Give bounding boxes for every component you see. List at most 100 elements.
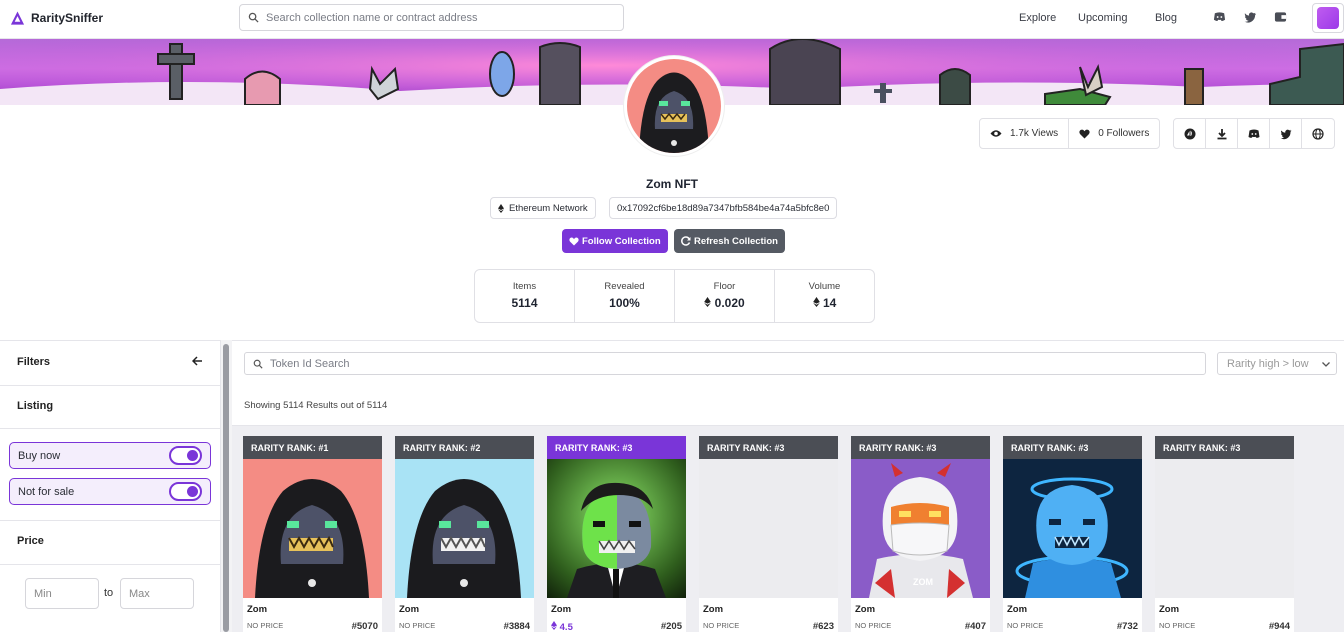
twitter-icon — [1280, 129, 1291, 139]
nft-image — [1003, 459, 1142, 598]
nft-name: Zom — [399, 604, 420, 615]
network-label: Ethereum Network — [509, 202, 588, 214]
price-header: Price — [0, 521, 220, 565]
top-nav: RaritySniffer Explore Upcoming Blog — [0, 0, 1344, 39]
follow-label: Follow Collection — [582, 235, 661, 247]
switch-knob — [187, 450, 198, 461]
nft-image-placeholder — [1155, 459, 1294, 598]
chevron-down-icon — [1322, 362, 1330, 367]
nft-image — [395, 459, 534, 598]
search-icon — [253, 359, 263, 369]
heart-icon — [1079, 129, 1090, 138]
nav-link-explore[interactable]: Explore — [1019, 12, 1056, 24]
buy-now-toggle[interactable]: Buy now — [9, 442, 211, 469]
ethereum-icon — [704, 297, 712, 307]
nft-image-placeholder — [699, 459, 838, 598]
price-min-input[interactable]: Min — [25, 578, 99, 609]
token-id-search[interactable] — [244, 352, 1206, 375]
rarity-rank-badge: RARITY RANK: #2 — [395, 436, 534, 459]
sidebar-scrollbar-thumb[interactable] — [223, 344, 229, 632]
sort-select[interactable]: Rarity high > low — [1217, 352, 1337, 375]
nft-card[interactable]: RARITY RANK: #1 Zom NO PRICE #5070 — [243, 436, 382, 636]
refresh-collection-button[interactable]: Refresh Collection — [674, 229, 785, 253]
metric-value: 100% — [609, 296, 640, 310]
contract-address: 0x17092cf6be18d89a7347bfb584be4a74a5bfc8… — [617, 202, 830, 214]
nft-card[interactable]: RARITY RANK: #3 Zom NO PRICE #623 — [699, 436, 838, 636]
not-for-sale-switch[interactable] — [169, 482, 202, 501]
brand-logo[interactable]: RaritySniffer — [10, 10, 103, 26]
metric-label: Floor — [713, 281, 736, 292]
metric-label: Volume — [808, 281, 841, 292]
refresh-label: Refresh Collection — [694, 235, 778, 247]
metric-volume: Volume 14 — [775, 270, 874, 322]
brand-name: RaritySniffer — [31, 11, 104, 25]
looksrare-icon — [1217, 128, 1226, 139]
heart-icon — [569, 237, 579, 246]
looksrare-link[interactable] — [1206, 119, 1238, 148]
nft-card[interactable]: RARITY RANK: #3 Zom NO PRICE #944 — [1155, 436, 1294, 636]
opensea-link[interactable] — [1174, 119, 1206, 148]
svg-text:ZOM: ZOM — [913, 577, 933, 587]
filters-header: Filters — [0, 341, 220, 386]
nav-link-blog[interactable]: Blog — [1155, 12, 1177, 24]
collection-name: Zom NFT — [646, 177, 698, 191]
metric-value: 5114 — [511, 296, 538, 310]
nft-artwork-hood — [255, 479, 369, 598]
price-max-input[interactable]: Max — [120, 578, 194, 609]
wallet-icon[interactable] — [1274, 11, 1287, 23]
website-link[interactable] — [1302, 119, 1334, 148]
not-for-sale-toggle[interactable]: Not for sale — [9, 478, 211, 505]
nft-artwork-suit — [567, 482, 666, 598]
nft-token-id: #623 — [812, 621, 834, 632]
nft-footer: NO PRICE #732 — [1003, 615, 1142, 632]
nft-name: Zom — [1159, 604, 1180, 615]
results-count: Showing 5114 Results out of 5114 — [244, 400, 388, 411]
nft-card[interactable]: RARITY RANK: #3 Zom NO PRICE #732 — [1003, 436, 1142, 636]
floor-value: 0.020 — [714, 296, 745, 310]
global-search[interactable] — [239, 4, 624, 31]
nft-artwork-ice — [1003, 459, 1142, 598]
nft-name: Zom — [247, 604, 268, 615]
price-title: Price — [17, 535, 44, 547]
discord-icon[interactable] — [1213, 11, 1226, 23]
nft-token-id: #5070 — [351, 621, 378, 632]
opensea-icon — [1184, 128, 1195, 139]
follow-collection-button[interactable]: Follow Collection — [562, 229, 668, 253]
ethereum-icon — [551, 621, 557, 630]
nft-card[interactable]: RARITY RANK: #2 Zom NO PRICE #3884 — [395, 436, 534, 636]
nft-footer: NO PRICE #944 — [1155, 615, 1294, 632]
rarity-rank-badge: RARITY RANK: #1 — [243, 436, 382, 459]
nft-card[interactable]: RARITY RANK: #3 ZOM Zom NO PRICE #407 — [851, 436, 990, 636]
rarity-rank-badge: RARITY RANK: #3 — [699, 436, 838, 459]
nft-image — [547, 459, 686, 598]
nft-name: Zom — [703, 604, 724, 615]
followers-count[interactable]: 0 Followers — [1069, 119, 1159, 148]
switch-knob — [187, 486, 198, 497]
buy-now-label: Buy now — [18, 449, 61, 462]
token-id-search-input[interactable] — [270, 357, 1170, 370]
brand-logo-icon — [10, 11, 25, 25]
nft-name: Zom — [1007, 604, 1028, 615]
sort-value: Rarity high > low — [1227, 357, 1309, 370]
views-label: 1.7k Views — [1010, 128, 1059, 139]
account-button[interactable] — [1312, 3, 1344, 33]
buy-now-switch[interactable] — [169, 446, 202, 465]
contract-address-chip[interactable]: 0x17092cf6be18d89a7347bfb584be4a74a5bfc8… — [609, 197, 838, 219]
globe-icon — [1312, 127, 1324, 140]
nft-footer: NO PRICE #623 — [699, 615, 838, 632]
discord-link[interactable] — [1238, 119, 1270, 148]
nav-link-upcoming[interactable]: Upcoming — [1078, 12, 1128, 24]
nft-footer: 4.5 #205 — [547, 615, 686, 633]
social-links — [1173, 118, 1335, 149]
listing-header: Listing — [0, 386, 220, 429]
nft-card[interactable]: RARITY RANK: #3 Zom 4.5 #205 — [547, 436, 686, 636]
global-search-input[interactable] — [266, 11, 606, 24]
twitter-icon[interactable] — [1244, 11, 1257, 23]
nft-image: ZOM — [851, 459, 990, 598]
nft-price: NO PRICE — [855, 621, 892, 630]
metric-value: 0.020 — [675, 296, 774, 310]
followers-label: 0 Followers — [1098, 128, 1150, 139]
arrow-left-icon[interactable] — [192, 356, 203, 366]
twitter-link[interactable] — [1270, 119, 1302, 148]
nft-token-id: #944 — [1268, 621, 1290, 632]
